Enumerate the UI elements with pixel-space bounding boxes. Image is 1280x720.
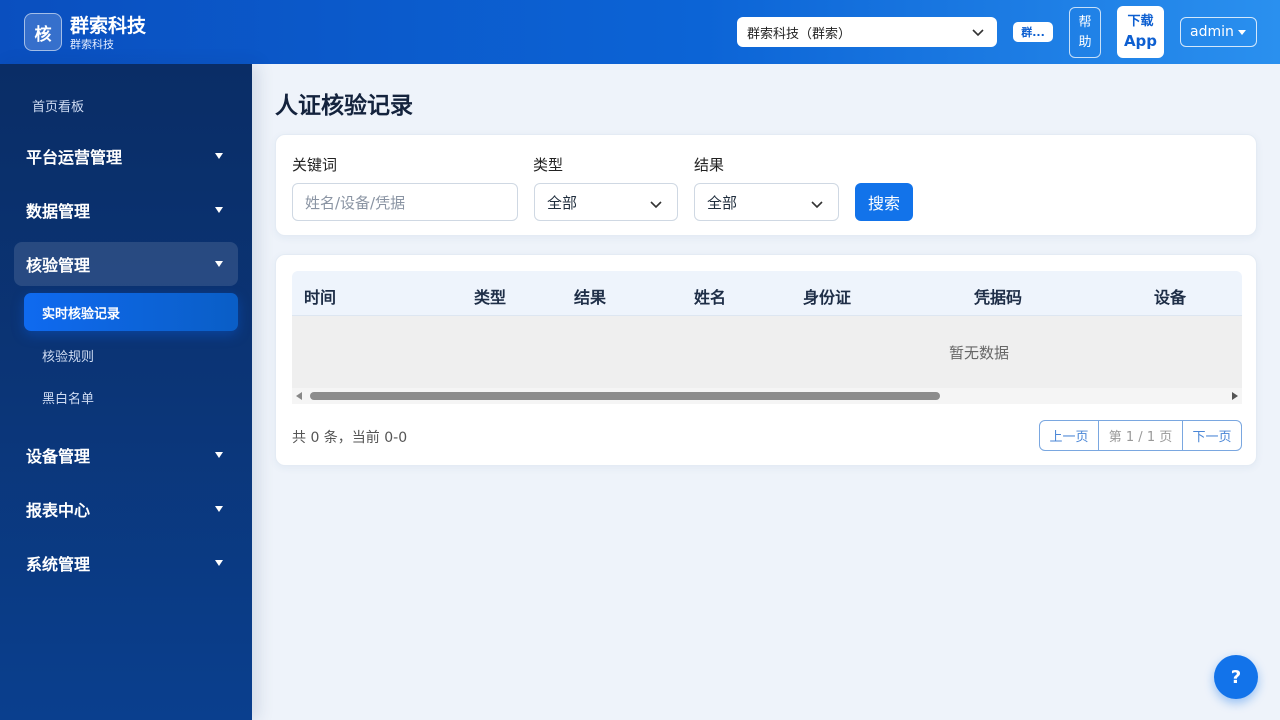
user-name: admin [1190, 24, 1234, 40]
sidebar-item-label: 黑白名单 [42, 391, 95, 407]
scroll-left-arrow-icon[interactable] [296, 392, 302, 400]
caret-down-icon [215, 506, 223, 512]
sidebar-group-verification[interactable]: 核验管理 [14, 242, 238, 286]
column-header-type[interactable]: 类型 [474, 284, 506, 308]
caret-down-icon [1238, 30, 1246, 35]
sidebar-item-blackwhite-list[interactable]: 黑白名单 [24, 378, 238, 416]
user-menu-button[interactable]: admin [1180, 17, 1257, 47]
sidebar-group-label: 数据管理 [26, 202, 91, 221]
logo-icon: 核 [24, 13, 62, 51]
empty-state-text: 暂无数据 [949, 344, 1010, 362]
sidebar-group-label: 报表中心 [26, 501, 91, 520]
sidebar-group-devices[interactable]: 设备管理 [14, 433, 238, 477]
pagination: 上一页 第 1 / 1 页 下一页 [1039, 420, 1242, 451]
sidebar-group-label: 系统管理 [26, 555, 91, 574]
sidebar-item-home[interactable]: 首页看板 [32, 96, 84, 115]
sidebar-item-rules[interactable]: 核验规则 [24, 336, 238, 374]
table-summary: 共 0 条，当前 0-0 [292, 430, 408, 446]
chevron-down-icon [811, 201, 823, 209]
brand-subtitle: 群索科技 [70, 38, 114, 51]
type-select[interactable]: 全部 [534, 183, 678, 221]
search-button[interactable]: 搜索 [855, 183, 913, 221]
tenant-select-value: 群索科技（群索） [747, 26, 852, 42]
download-app-line1: 下载 [1127, 14, 1154, 29]
sidebar-group-label: 设备管理 [26, 447, 91, 466]
next-page-button[interactable]: 下一页 [1183, 421, 1241, 450]
download-app-button[interactable]: 下载 App [1117, 6, 1164, 58]
column-header-device[interactable]: 设备 [1154, 284, 1186, 308]
scroll-right-arrow-icon[interactable] [1232, 392, 1238, 400]
caret-down-icon [215, 261, 223, 267]
column-header-result[interactable]: 结果 [574, 284, 606, 308]
table-header: 时间 类型 结果 姓名 身份证 凭据码 设备 [292, 271, 1242, 316]
column-header-credential-code[interactable]: 凭据码 [974, 284, 1022, 308]
caret-down-icon [215, 153, 223, 159]
type-select-value: 全部 [547, 193, 578, 212]
result-select[interactable]: 全部 [694, 183, 839, 221]
sidebar-group-platform[interactable]: 平台运营管理 [14, 134, 238, 178]
download-app-line2: App [1123, 32, 1158, 50]
help-button[interactable]: 帮助 [1069, 7, 1101, 58]
keyword-placeholder: 姓名/设备/凭据 [305, 193, 406, 212]
filter-panel: 关键词 姓名/设备/凭据 类型 全部 结果 全部 搜索 [275, 134, 1257, 236]
table-body: 暂无数据 [292, 316, 1242, 388]
keyword-input[interactable]: 姓名/设备/凭据 [292, 183, 518, 221]
caret-down-icon [215, 560, 223, 566]
sidebar-group-label: 核验管理 [26, 256, 91, 275]
brand-title: 群索科技 [70, 15, 147, 37]
sidebar-group-reports[interactable]: 报表中心 [14, 487, 238, 531]
column-header-name[interactable]: 姓名 [694, 284, 726, 308]
sidebar: 首页看板 平台运营管理 数据管理 核验管理 实时核验记录 核验规则 黑白名单 设… [0, 64, 252, 720]
column-header-time[interactable]: 时间 [304, 284, 336, 308]
chevron-down-icon [650, 201, 662, 209]
column-header-id-card[interactable]: 身份证 [803, 284, 851, 308]
records-table-panel: 时间 类型 结果 姓名 身份证 凭据码 设备 暂无数据 共 0 条，当前 0-0… [275, 254, 1257, 466]
page-title: 人证核验记录 [275, 93, 413, 119]
result-label: 结果 [694, 156, 725, 174]
caret-down-icon [215, 207, 223, 213]
sidebar-item-label: 实时核验记录 [42, 306, 121, 322]
help-fab-button[interactable]: ? [1214, 655, 1258, 699]
sidebar-group-label: 平台运营管理 [26, 148, 123, 167]
sidebar-item-label: 核验规则 [42, 349, 95, 365]
tenant-select[interactable]: 群索科技（群索） [737, 17, 997, 47]
result-select-value: 全部 [707, 193, 738, 212]
top-header: 核 群索科技 群索科技 群索科技（群索） 群... 帮助 下载 App admi… [0, 0, 1280, 64]
sidebar-group-system[interactable]: 系统管理 [14, 541, 238, 585]
keyword-label: 关键词 [292, 156, 338, 174]
type-label: 类型 [533, 156, 564, 174]
page-info: 第 1 / 1 页 [1099, 421, 1183, 450]
horizontal-scrollbar[interactable] [292, 388, 1242, 404]
chevron-down-icon [972, 29, 984, 37]
sidebar-group-data[interactable]: 数据管理 [14, 188, 238, 232]
sidebar-item-realtime-records[interactable]: 实时核验记录 [24, 293, 238, 331]
caret-down-icon [215, 452, 223, 458]
tenant-chip[interactable]: 群... [1013, 22, 1053, 42]
prev-page-button[interactable]: 上一页 [1040, 421, 1099, 450]
scrollbar-thumb[interactable] [310, 392, 940, 400]
